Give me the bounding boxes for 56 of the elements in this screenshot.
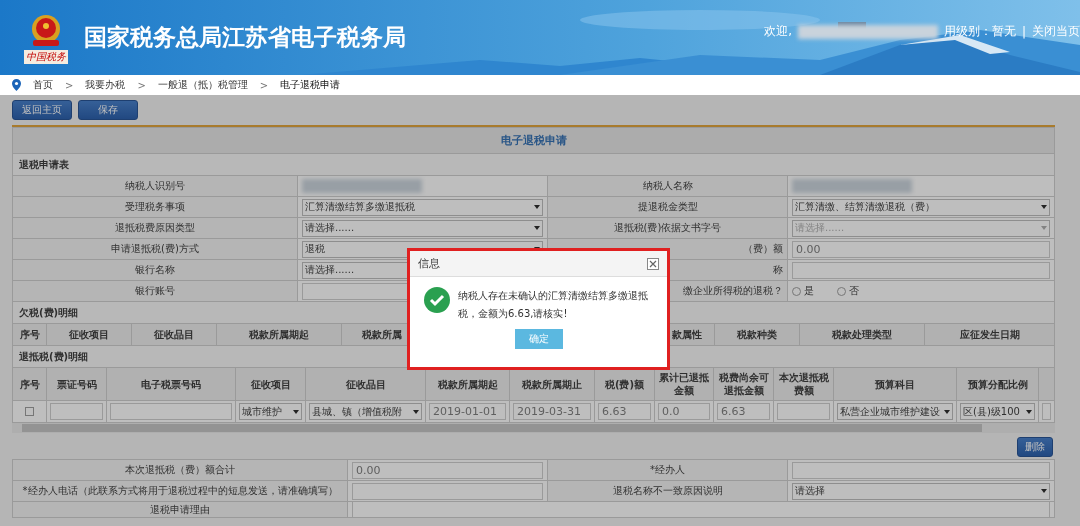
column-header: 序号: [19, 377, 40, 391]
field-label: 退抵税(费)依据文书字号: [613, 221, 722, 235]
breadcrumb-separator: >: [65, 79, 74, 91]
column-header: 税款所属期起: [249, 328, 309, 341]
radio-label: 否: [849, 284, 859, 298]
field-label: 退税申请理由: [150, 502, 210, 517]
site-title: 国家税务总局江苏省电子税务局: [84, 23, 406, 52]
dialog-message: 纳税人存在未确认的汇算清缴结算多缴退抵税，金额为6.63,请核实!: [458, 289, 649, 321]
breadcrumb-separator: >: [137, 79, 146, 91]
section-title: 欠税(费)明细: [19, 305, 79, 320]
column-header: 税(费)额: [604, 377, 645, 391]
column-header: 预算分配比例: [967, 377, 1028, 391]
panel-title: 电子退税申请: [500, 133, 567, 148]
column-header: 应征发生日期: [959, 328, 1020, 341]
field-label: *经办人: [650, 463, 685, 477]
welcome-text: 欢迎,: [764, 23, 792, 40]
column-header: 税款所属: [361, 328, 402, 341]
field-label: 提退税金类型: [637, 200, 698, 214]
column-header: 累计已退抵金额: [658, 371, 710, 397]
field-label: （费）额: [743, 242, 783, 256]
field-label: 退抵税费原因类型: [115, 221, 195, 235]
field-label: 称: [773, 263, 783, 277]
radio-label: 是: [804, 284, 814, 298]
column-header: 税款所属期起: [437, 377, 498, 391]
column-header: 序号: [19, 328, 40, 341]
field-label: 申请退抵税(费)方式: [111, 242, 199, 256]
breadcrumb-current: 电子退税申请: [280, 78, 341, 92]
column-header: 款属性: [672, 328, 702, 341]
section-title: 退税申请表: [19, 157, 69, 172]
column-header: 税款处理类型: [832, 328, 892, 341]
field-label: 退税名称不一致原因说明: [612, 484, 723, 498]
column-header: 税款种类: [737, 328, 777, 341]
separator-text: |: [1021, 24, 1026, 39]
field-label: 受理税务事项: [125, 200, 185, 214]
section-title: 退抵税(费)明细: [19, 349, 89, 364]
column-header: 电子税票号码: [141, 377, 201, 391]
breadcrumb-separator: >: [259, 79, 269, 91]
field-label: 纳税人名称: [642, 179, 693, 193]
column-header: 税费尚余可退抵金额: [717, 371, 770, 397]
column-header: 预算科目: [875, 377, 915, 391]
credit-level-text: 用级别：暂无: [943, 23, 1016, 40]
field-label: 银行账号: [135, 284, 175, 298]
column-header: 征收品目: [154, 328, 194, 341]
logo-caption: 中国税务: [24, 49, 68, 64]
column-header: 征收项目: [250, 377, 291, 391]
column-header: 征收项目: [69, 328, 109, 341]
field-label: *经办人电话（此联系方式将用于退税过程中的短息发送，请准确填写）: [22, 484, 338, 498]
field-label: 缴企业所得税的退税？: [683, 284, 783, 298]
column-header: 票证号码: [56, 377, 97, 391]
field-label: 银行名称: [135, 263, 175, 277]
column-header: 本次退抵税费额: [777, 371, 830, 397]
column-header: 税款所属期止: [522, 377, 582, 391]
field-label: 纳税人识别号: [125, 179, 185, 193]
dialog-title: 信息: [418, 256, 440, 271]
column-header: 征收品目: [345, 377, 386, 391]
field-label: 本次退抵税（费）额合计: [125, 463, 235, 477]
